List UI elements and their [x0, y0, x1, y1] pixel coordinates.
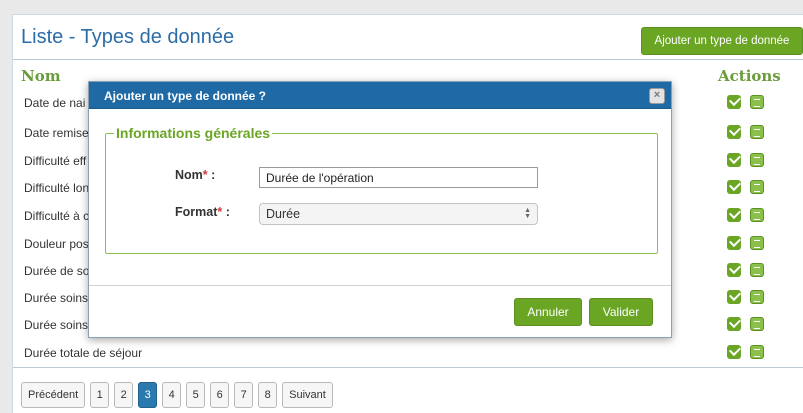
- modal-overlay: Ajouter un type de donnée ? × Informatio…: [0, 0, 803, 413]
- format-label: Format* :: [175, 205, 230, 219]
- format-select[interactable]: Durée ▲ ▼: [259, 203, 538, 225]
- validate-button[interactable]: Valider: [589, 298, 653, 326]
- fieldset-legend: Informations générales: [114, 125, 273, 141]
- required-marker: *: [202, 168, 208, 182]
- required-marker: *: [217, 205, 223, 219]
- name-label: Nom* :: [175, 168, 216, 182]
- name-field[interactable]: [259, 167, 538, 188]
- dialog-header: Ajouter un type de donnée ? ×: [89, 82, 671, 109]
- select-arrows-icon: ▲ ▼: [524, 207, 531, 220]
- cancel-button[interactable]: Annuler: [514, 298, 582, 326]
- divider: [89, 285, 671, 286]
- dialog-title: Ajouter un type de donnée ?: [104, 89, 267, 103]
- add-data-type-dialog: Ajouter un type de donnée ? × Informatio…: [88, 81, 672, 338]
- general-info-fieldset: Informations générales: [105, 125, 658, 254]
- format-select-value: Durée: [266, 207, 301, 221]
- close-icon[interactable]: ×: [649, 88, 665, 104]
